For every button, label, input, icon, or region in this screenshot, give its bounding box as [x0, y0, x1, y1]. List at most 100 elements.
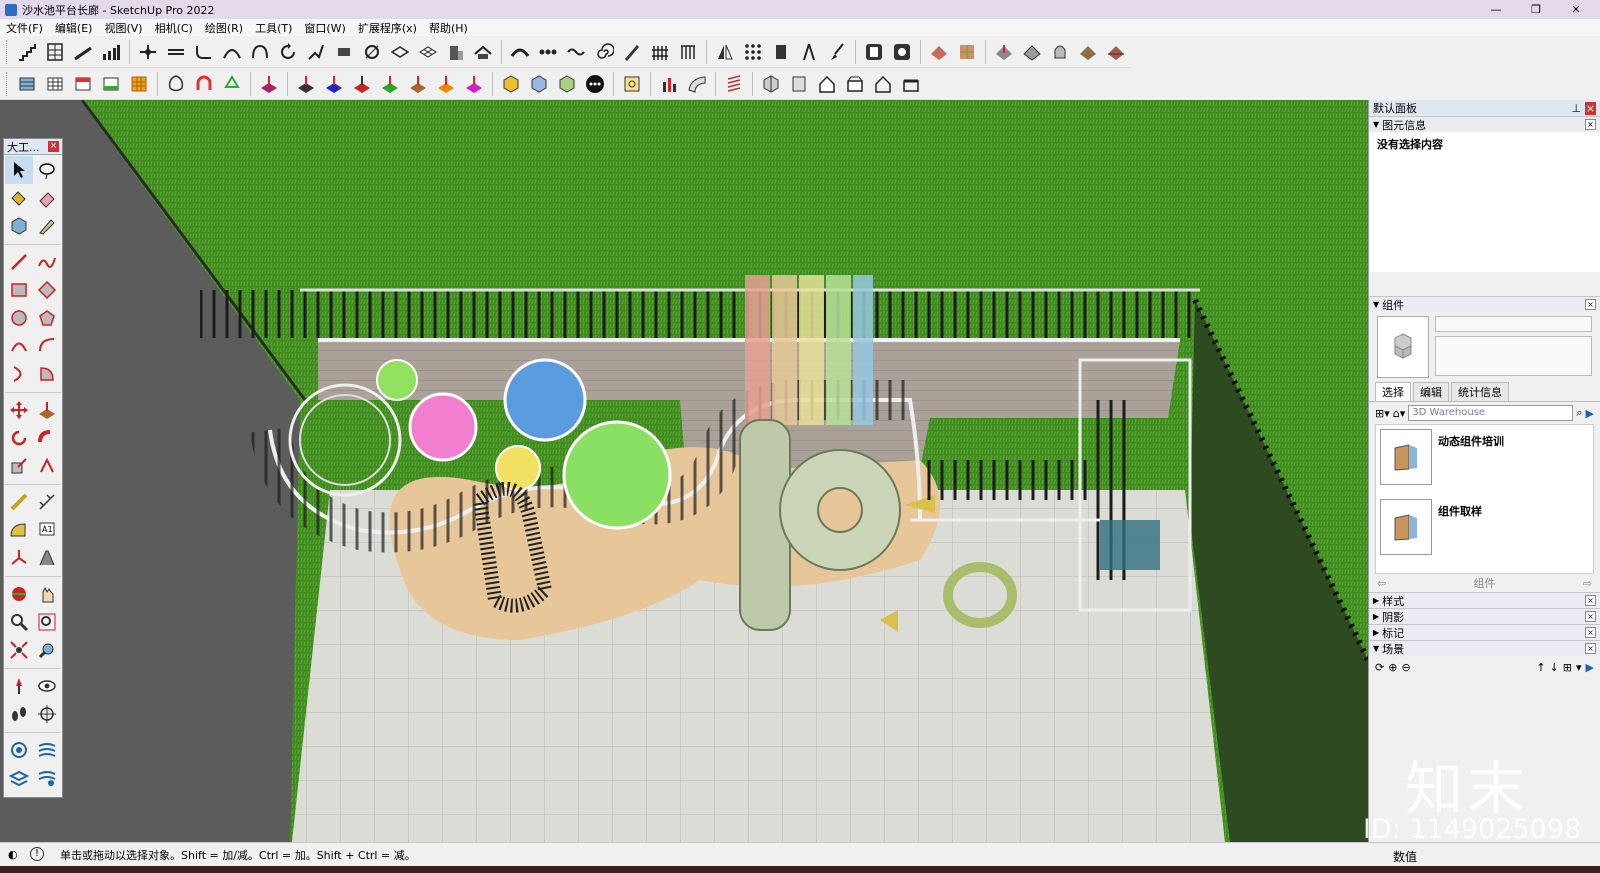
sandbox-scratch-icon[interactable] — [1020, 40, 1044, 64]
ruby-console-icon[interactable] — [862, 40, 886, 64]
dots-circle-icon[interactable] — [583, 72, 607, 96]
roof-icon[interactable] — [472, 40, 496, 64]
walk-tool-icon[interactable] — [5, 700, 33, 728]
zoom-extents-icon[interactable] — [5, 636, 33, 664]
push-pull-icon[interactable] — [33, 396, 61, 424]
section-plane-icon[interactable] — [33, 700, 61, 728]
maximize-button[interactable]: ❐ — [1516, 0, 1556, 19]
rotated-rectangle-icon[interactable] — [33, 276, 61, 304]
model-viewport[interactable] — [0, 100, 1368, 842]
axis-brown-icon[interactable] — [406, 72, 430, 96]
stair-icon[interactable] — [15, 40, 39, 64]
grid-icon[interactable] — [43, 40, 67, 64]
arc-icon[interactable] — [248, 40, 272, 64]
move-down-icon[interactable]: ↓ — [1550, 661, 1559, 674]
menu-draw[interactable]: 绘图(R) — [199, 20, 249, 36]
fence-icon[interactable] — [648, 40, 672, 64]
toolbar-grip[interactable] — [6, 39, 9, 64]
close-section-icon[interactable]: × — [1585, 611, 1596, 622]
texture-tile-icon[interactable] — [927, 40, 951, 64]
top-view-icon[interactable] — [787, 72, 811, 96]
look-around-icon[interactable] — [33, 672, 61, 700]
iso-view-icon[interactable] — [759, 72, 783, 96]
toolbar-grip[interactable] — [6, 71, 9, 96]
layer-orange-icon[interactable] — [127, 72, 151, 96]
right-view-icon[interactable] — [843, 72, 867, 96]
scene-settings-icon[interactable]: ▾ — [1576, 661, 1582, 674]
layer-table-icon[interactable] — [15, 72, 39, 96]
rectangle-tool-icon[interactable] — [5, 276, 33, 304]
warehouse-search-input[interactable]: 3D Warehouse — [1408, 405, 1574, 421]
extrude-icon[interactable] — [332, 40, 356, 64]
pipe-icon[interactable] — [164, 40, 188, 64]
close-button[interactable]: ✕ — [1556, 0, 1596, 19]
home-icon[interactable]: ⌂▾ — [1393, 407, 1406, 420]
weld-icon[interactable] — [304, 40, 328, 64]
menu-view[interactable]: 视图(V) — [98, 20, 148, 36]
rotate-tool-icon[interactable] — [5, 424, 33, 452]
close-section-icon[interactable]: × — [1585, 627, 1596, 638]
sandbox-smoove-icon[interactable] — [1048, 40, 1072, 64]
bezier-icon[interactable] — [508, 40, 532, 64]
spiral-icon[interactable] — [592, 40, 616, 64]
zoom-tool-icon[interactable] — [5, 608, 33, 636]
sandbox-stamp-icon[interactable] — [1076, 40, 1100, 64]
sandbox-scratch-tool-icon[interactable] — [5, 736, 33, 764]
surface-icon[interactable] — [388, 40, 412, 64]
paint-bucket-icon[interactable] — [5, 184, 33, 212]
menu-file[interactable]: 文件(F) — [0, 20, 49, 36]
texture-grid-icon[interactable] — [955, 40, 979, 64]
ramp-icon[interactable] — [71, 40, 95, 64]
rotate-arrow-icon[interactable] — [276, 40, 300, 64]
palette-header[interactable]: 大工... × — [4, 139, 62, 155]
entity-info-header[interactable]: ▼ 图元信息 × — [1369, 116, 1600, 132]
tab-statistics[interactable]: 统计信息 — [1451, 382, 1509, 401]
close-section-icon[interactable]: × — [1585, 119, 1596, 130]
bar-chart-icon[interactable] — [657, 72, 681, 96]
3d-text-icon[interactable] — [33, 544, 61, 572]
geo-location-icon[interactable]: ◐ — [8, 848, 18, 861]
two-point-arc-icon[interactable] — [33, 332, 61, 360]
ruler-tool-icon[interactable] — [620, 40, 644, 64]
follow-me-icon[interactable] — [33, 424, 61, 452]
tab-select[interactable]: 选择 — [1375, 382, 1411, 401]
forward-arrow-icon[interactable]: ⇨ — [1583, 577, 1592, 590]
curved-surface-icon[interactable] — [685, 72, 709, 96]
recycle-icon[interactable] — [220, 72, 244, 96]
tape-measure-icon[interactable] — [5, 488, 33, 516]
spring-icon[interactable] — [722, 72, 746, 96]
scale-tool-icon[interactable] — [5, 452, 33, 480]
view-options-icon[interactable]: ⊞ — [1563, 661, 1572, 674]
info-icon[interactable]: ! — [30, 847, 44, 861]
axis-z-icon[interactable] — [294, 72, 318, 96]
list-item[interactable]: 组件取样 — [1380, 499, 1589, 565]
menu-window[interactable]: 窗口(W) — [298, 20, 351, 36]
axis-red-icon[interactable] — [350, 72, 374, 96]
front-view-icon[interactable] — [815, 72, 839, 96]
axes-tool-icon[interactable] — [5, 544, 33, 572]
axis-magenta-icon[interactable] — [462, 72, 486, 96]
fillet-icon[interactable] — [192, 40, 216, 64]
sandbox-contours-icon[interactable] — [33, 736, 61, 764]
pie-tool-icon[interactable] — [33, 360, 61, 388]
menu-extensions[interactable]: 扩展程序(x) — [352, 20, 423, 36]
bar-steps-icon[interactable] — [99, 40, 123, 64]
select-tool-icon[interactable] — [5, 156, 33, 184]
close-section-icon[interactable]: × — [1585, 595, 1596, 606]
zoom-window-icon[interactable] — [33, 608, 61, 636]
axis-green-icon[interactable] — [378, 72, 402, 96]
view-options-icon[interactable]: ⊞▾ — [1375, 407, 1390, 420]
shell-icon[interactable] — [164, 72, 188, 96]
axis-orange-icon[interactable] — [434, 72, 458, 96]
dots-line-icon[interactable] — [536, 40, 560, 64]
close-section-icon[interactable]: × — [1585, 643, 1596, 654]
forward-arrow-icon[interactable]: ▶ — [1586, 661, 1594, 674]
dimension-tool-icon[interactable] — [33, 488, 61, 516]
back-view-icon[interactable] — [871, 72, 895, 96]
layer-red-icon[interactable] — [71, 72, 95, 96]
add-scene-icon[interactable]: ⊕ — [1388, 661, 1397, 674]
minimize-button[interactable]: — — [1476, 0, 1516, 19]
menu-camera[interactable]: 相机(C) — [149, 20, 199, 36]
brush-icon[interactable] — [825, 40, 849, 64]
magnet-icon[interactable] — [192, 72, 216, 96]
